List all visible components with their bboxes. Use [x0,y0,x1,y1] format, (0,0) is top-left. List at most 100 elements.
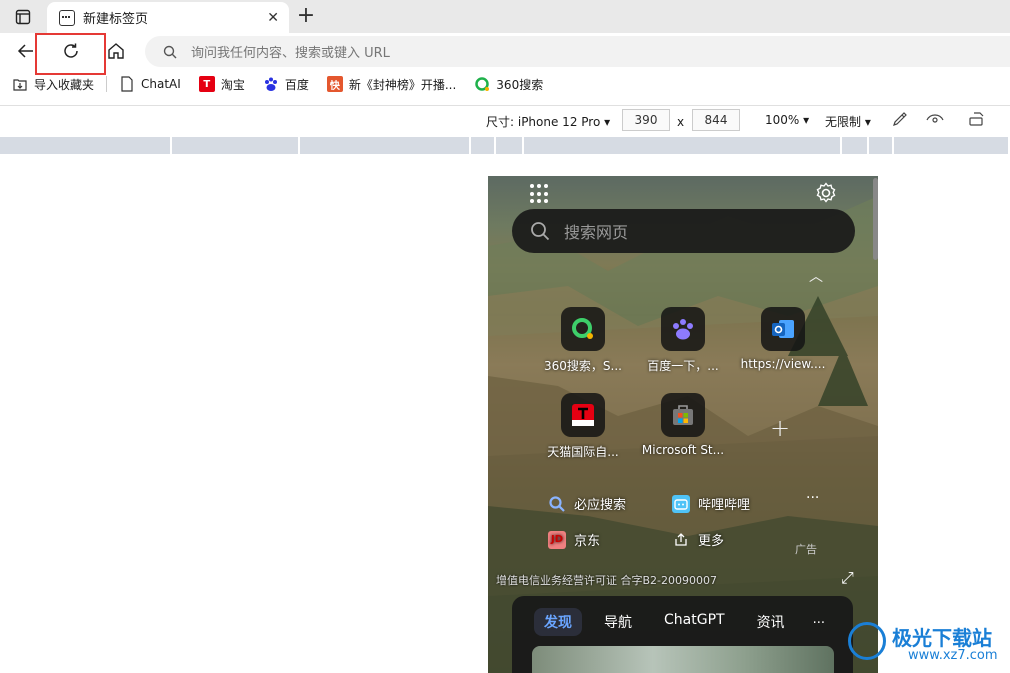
ad-label: 广告 [795,543,817,556]
back-arrow-icon [17,44,33,58]
link-jd[interactable]: JD 京东 [548,530,600,549]
apps-grid-button[interactable] [530,184,550,204]
eyedropper-icon [893,112,907,126]
quick-link-label: https://view.... [740,357,826,371]
settings-button[interactable] [814,181,838,205]
bookmark-taobao[interactable]: T 淘宝 [198,76,245,93]
phone-search-box[interactable]: 搜索网页 [512,209,855,253]
taobao-icon: T [198,76,215,92]
device-label: 尺寸: iPhone 12 Pro [486,115,601,129]
quick-link-label: Microsoft St... [641,443,725,457]
bookmark-360[interactable]: 360搜索 [474,76,543,93]
bookmark-label: 淘宝 [220,77,245,92]
quick-link-baidu[interactable]: 百度一下，... [638,307,728,374]
link-bilibili[interactable]: 哔哩哔哩 [672,494,750,513]
tab-title: 新建标签页 [83,12,149,27]
bookmark-label: 360搜索 [496,77,544,92]
gear-icon [816,182,836,203]
eyedropper-button[interactable] [892,111,908,130]
link-bing[interactable]: 必应搜索 [548,494,626,513]
quick-link-label: 百度一下，... [647,359,719,373]
feed-tab-nav[interactable]: 导航 [594,608,642,636]
quick-link-label: 天猫国际自... [547,445,619,459]
throttle-select[interactable]: 无限制 ▾ [825,113,871,130]
zoom-label: 100% [765,113,800,127]
device-select[interactable]: 尺寸: iPhone 12 Pro ▾ [486,113,610,130]
feed-more-button[interactable]: ... [813,612,825,627]
eye-icon [926,114,944,123]
link-more[interactable]: 更多 [672,530,724,549]
bookmarks-bar: 导入收藏夹 ChatAI T 淘宝 百度 快 新《封神榜》开播... 360搜索 [0,69,1010,99]
bookmark-label: 新《封神榜》开播... [348,77,457,92]
360-icon [474,76,490,92]
tab-strip: 新建标签页 ✕ + [0,0,1010,33]
vision-button[interactable] [926,111,944,130]
watermark-logo-icon [848,622,886,660]
import-icon [12,76,28,92]
bookmark-label: 百度 [284,77,309,92]
address-placeholder: 询问我任何内容、搜索或键入 URL [191,46,390,61]
rotate-button[interactable] [968,111,986,130]
close-icon[interactable]: ✕ [267,10,279,26]
feed-tab-chatgpt[interactable]: ChatGPT [654,608,735,636]
new-tab-button[interactable]: + [293,4,319,28]
zoom-select[interactable]: 100% ▾ [765,113,809,127]
bookmark-baidu[interactable]: 百度 [263,76,309,93]
search-icon [163,45,177,58]
sidebar-icon [15,9,31,25]
bookmark-kuaishou[interactable]: 快 新《封神榜》开播... [326,76,457,93]
bookmark-import[interactable]: 导入收藏夹 [12,76,94,93]
watermark: 极光下载站 www.xz7.com [848,618,1010,673]
bilibili-icon [672,494,690,513]
bookmark-divider [106,76,108,92]
feed-image[interactable] [532,646,834,673]
kuaishou-icon: 快 [326,76,343,92]
baidu-icon [263,76,279,92]
bookmark-label: 导入收藏夹 [34,77,95,92]
share-icon [672,531,690,549]
jd-icon: JD [548,530,566,549]
search-icon [531,222,550,241]
feed-tabs: 发现 导航 ChatGPT 资讯 [534,608,807,636]
link-label: 必应搜索 [574,498,627,513]
phone-viewport: 搜索网页 ︿ 360搜索，S... 百度一下，... https://view.… [488,176,878,673]
toolbar: 询问我任何内容、搜索或键入 URL [0,33,1010,69]
quick-link-label: 360搜索，S... [544,359,622,373]
home-button[interactable] [102,37,130,65]
feed-tab-discover[interactable]: 发现 [534,608,582,636]
watermark-url: www.xz7.com [908,648,998,663]
phone-scrollbar[interactable] [873,178,878,260]
bookmark-label: ChatAI [141,77,181,91]
rotate-device-icon [969,112,984,126]
icp-license: 增值电信业务经营许可证 合字B2-20090007 [496,574,717,587]
add-shortcut-button[interactable]: + [770,414,790,442]
height-input[interactable]: 844 [692,109,740,131]
watermark-name: 极光下载站 [892,626,992,650]
bing-search-icon [548,495,566,513]
more-options-icon[interactable]: ··· [806,490,819,506]
throttle-label: 无限制 [825,115,862,129]
bookmark-chatai[interactable]: ChatAI [119,76,181,92]
quick-link-tmall[interactable]: 天猫国际自... [538,393,628,460]
address-bar[interactable]: 询问我任何内容、搜索或键入 URL [145,36,1010,67]
times-symbol: x [677,115,685,129]
browser-tab[interactable]: 新建标签页 ✕ [47,2,289,33]
quick-link-outlook[interactable]: https://view.... [738,307,828,371]
page-icon [119,76,135,92]
baidu-icon [661,307,705,351]
device-toolbar: 尺寸: iPhone 12 Pro ▾ 390 x 844 100% ▾ 无限制… [0,105,1010,135]
outlook-icon [761,307,805,351]
link-label: 哔哩哔哩 [698,498,751,513]
home-icon [108,43,124,59]
tab-actions-button[interactable] [12,7,34,27]
feed-tab-news[interactable]: 资讯 [747,608,795,636]
quick-link-360[interactable]: 360搜索，S... [538,307,628,374]
link-label: 更多 [698,534,725,549]
media-query-ruler[interactable] [0,137,1010,154]
tmall-icon [561,393,605,437]
quick-link-store[interactable]: Microsoft St... [638,393,728,457]
expand-icon[interactable]: ⤢ [841,568,854,588]
width-input[interactable]: 390 [622,109,670,131]
collapse-chevron-icon[interactable]: ︿ [809,266,823,286]
phone-search-placeholder: 搜索网页 [564,223,629,242]
